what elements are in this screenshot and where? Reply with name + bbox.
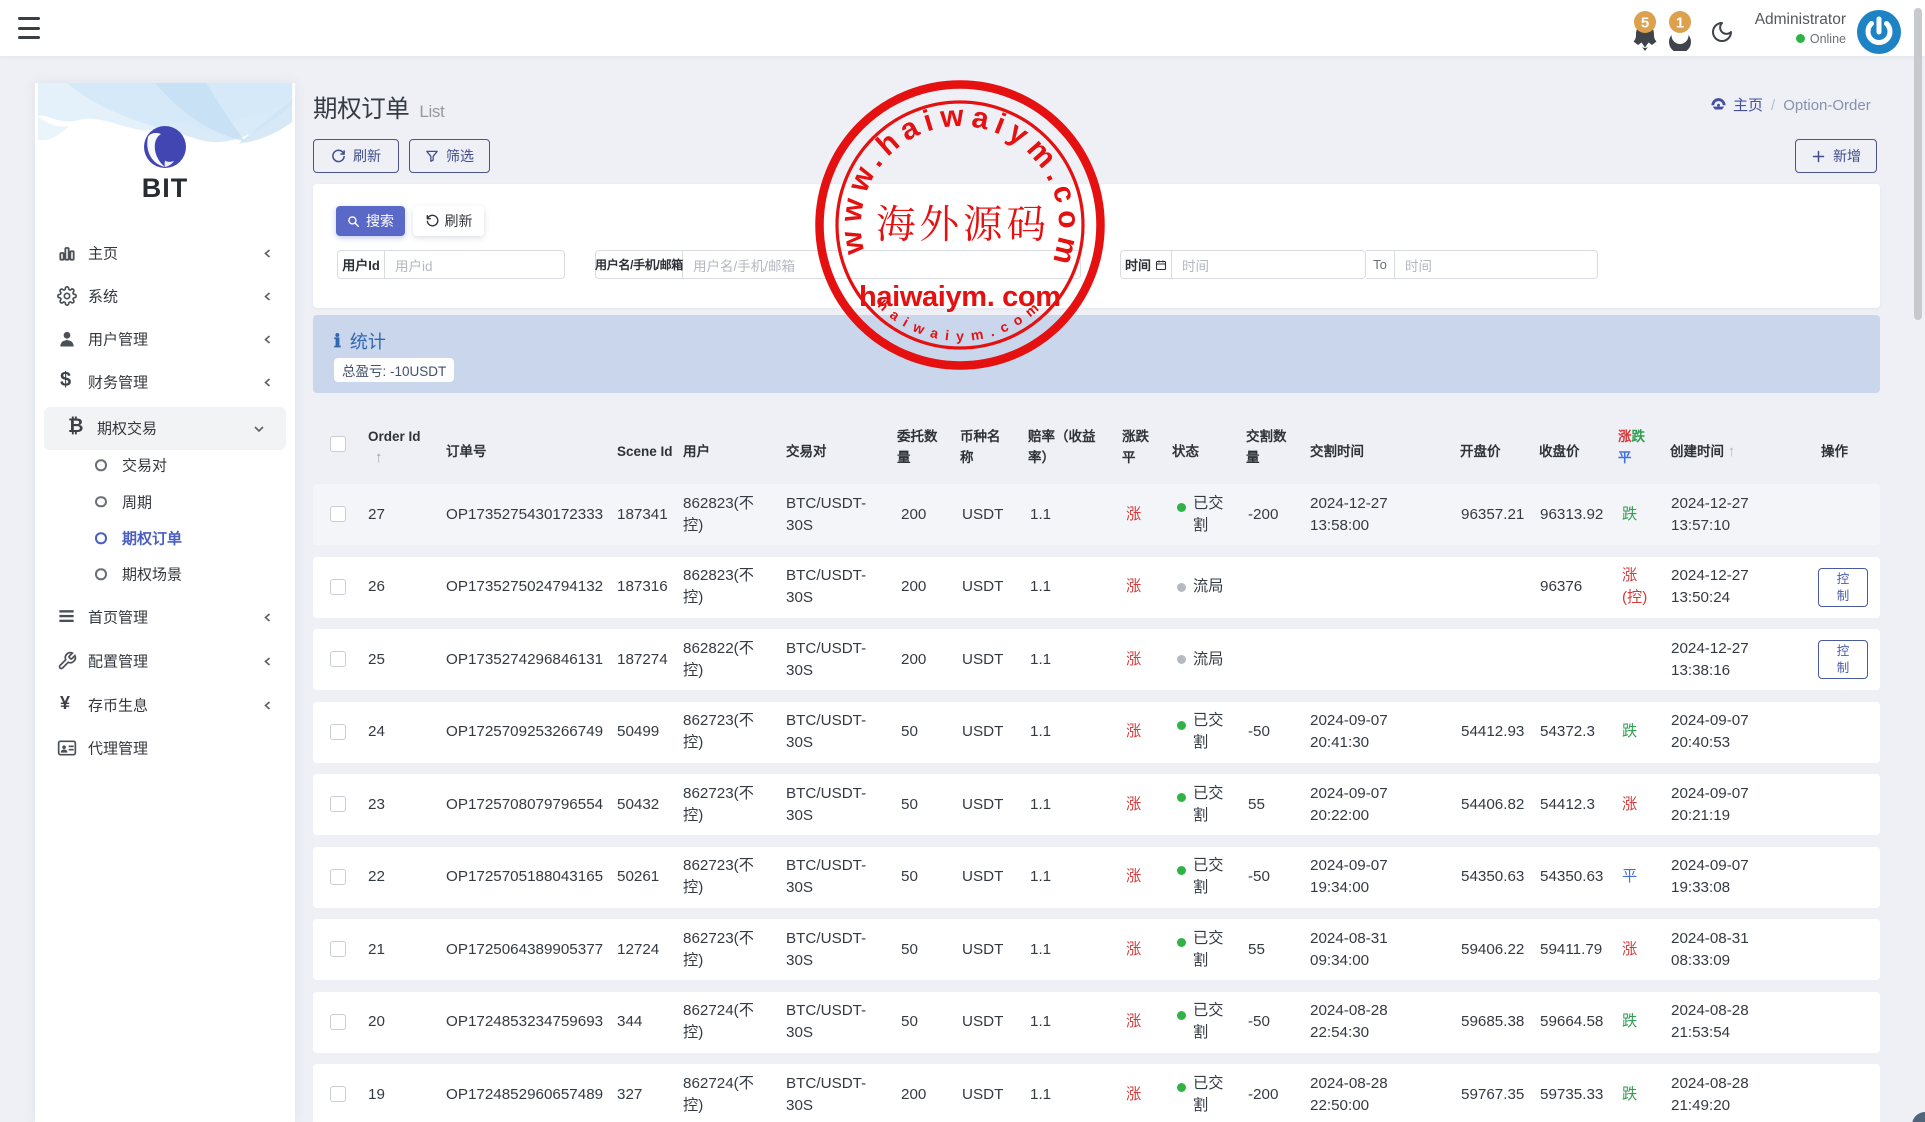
svg-text:5: 5: [1641, 15, 1649, 32]
svg-text:海外源码: 海外源码: [876, 194, 1050, 250]
svg-text:1: 1: [1676, 15, 1684, 32]
